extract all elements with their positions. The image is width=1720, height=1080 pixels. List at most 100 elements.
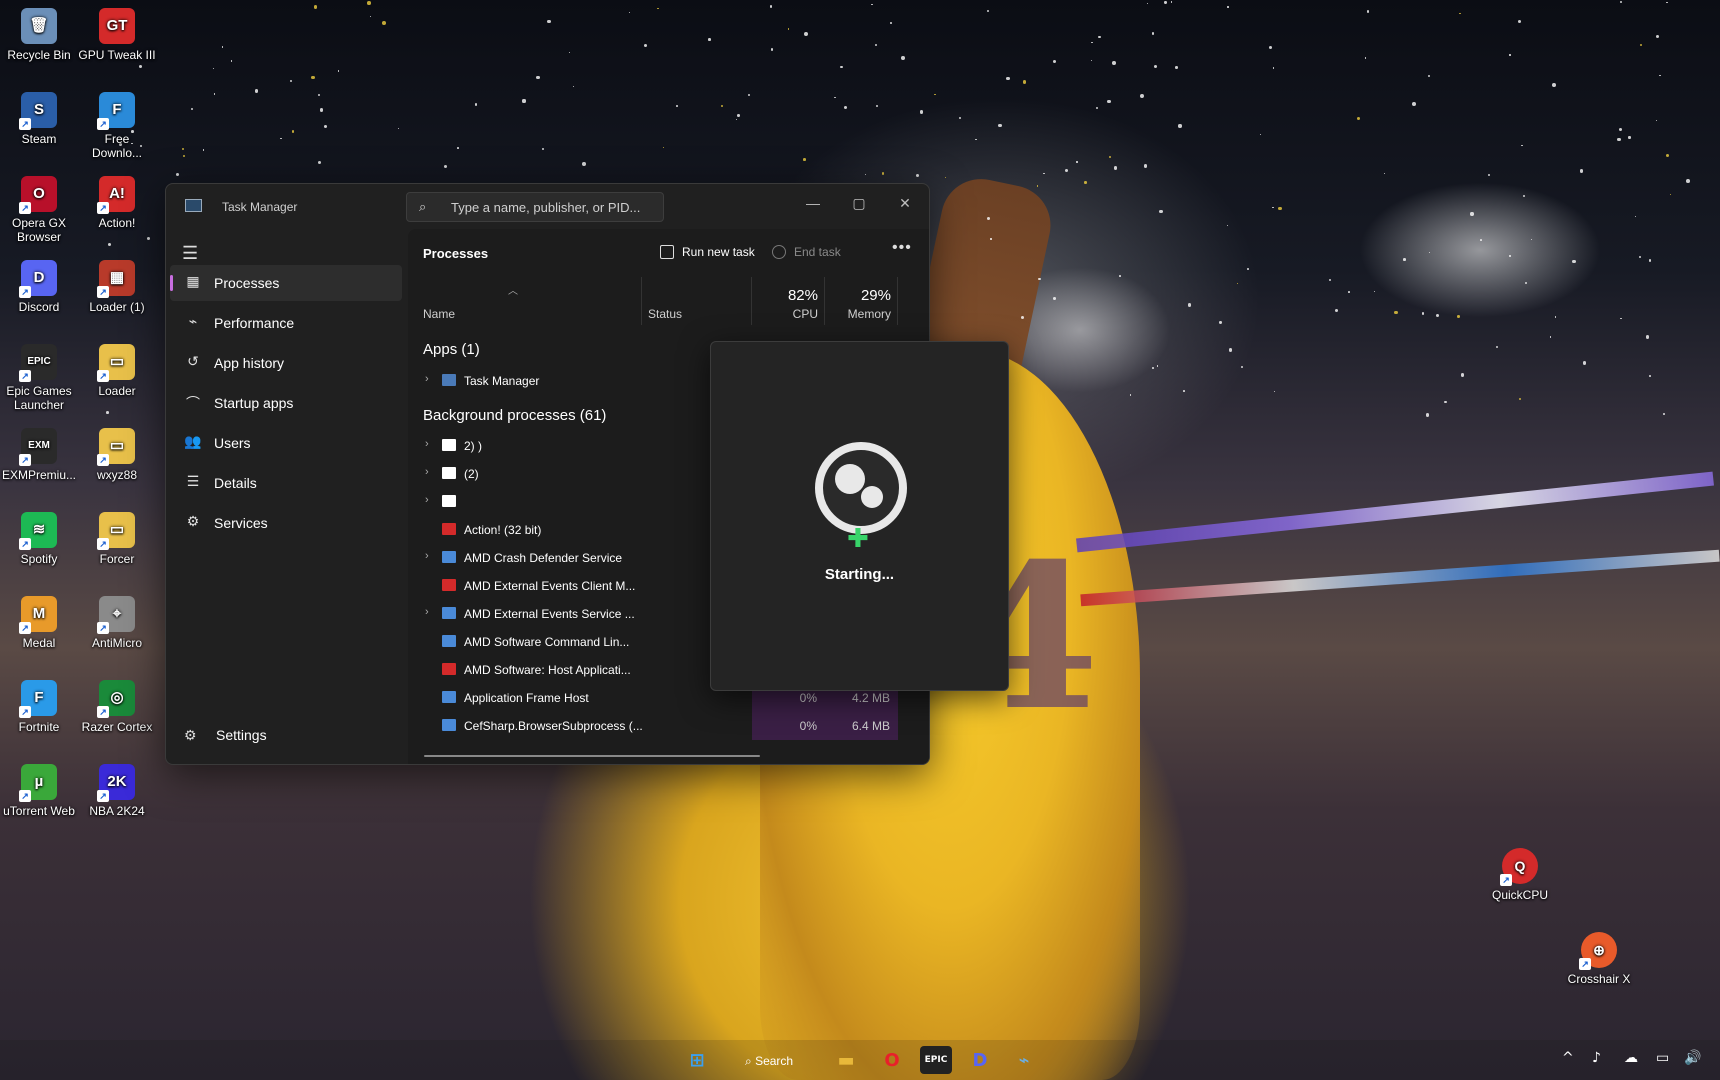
search-input[interactable]: ⌕ Type a name, publisher, or PID...	[406, 192, 664, 222]
process-row[interactable]: AMD Software Command Lin...	[408, 628, 630, 656]
background-section-title: Background processes (61)	[423, 407, 607, 424]
services-icon: ⚙	[186, 513, 200, 529]
expand-chevron-icon[interactable]: ›	[425, 466, 429, 478]
desktop-shortcut[interactable]: 2K ↗ NBA 2K24	[78, 764, 156, 818]
process-row[interactable]: › (2)	[408, 460, 630, 488]
close-button[interactable]: ✕	[885, 188, 925, 218]
confetti-speck	[1686, 179, 1691, 184]
tray-network-icon[interactable]: ▭	[1656, 1050, 1669, 1066]
maximize-button[interactable]: ▢	[839, 188, 879, 218]
expand-chevron-icon[interactable]: ›	[425, 438, 429, 450]
taskbar-search-button[interactable]: ⌕ Search	[735, 1048, 825, 1074]
expand-chevron-icon[interactable]: ›	[425, 373, 429, 385]
confetti-speck	[108, 242, 112, 246]
confetti-speck	[1554, 316, 1557, 318]
desktop-shortcut[interactable]: F ↗ Fortnite	[0, 680, 78, 734]
sidebar-item-startup-apps[interactable]: ⌒ Startup apps	[170, 385, 402, 421]
confetti-speck	[337, 70, 340, 73]
minimize-button[interactable]: —	[793, 188, 833, 218]
shortcut-arrow-icon: ↗	[97, 370, 109, 382]
file-explorer-icon[interactable]: ▬	[830, 1046, 862, 1074]
sidebar-item-users[interactable]: 👥 Users	[170, 425, 402, 461]
confetti-speck	[871, 3, 873, 6]
confetti-speck	[736, 113, 740, 117]
run-new-task-button[interactable]: Run new task	[660, 245, 755, 259]
confetti-speck	[1271, 206, 1274, 209]
end-task-button[interactable]: End task	[772, 245, 841, 259]
tray-volume-icon[interactable]: 🔊	[1684, 1050, 1701, 1066]
confetti-speck	[369, 15, 372, 17]
expand-chevron-icon[interactable]: ›	[425, 550, 429, 562]
desktop-shortcut[interactable]: D ↗ Discord	[0, 260, 78, 314]
desktop-shortcut[interactable]: µ ↗ uTorrent Web	[0, 764, 78, 818]
desktop-shortcut-label: Discord	[18, 300, 60, 314]
expand-chevron-icon[interactable]: ›	[425, 494, 429, 506]
process-row[interactable]: › 2) )	[408, 432, 630, 460]
sidebar-item-details[interactable]: ☰ Details	[170, 465, 402, 501]
desktop-shortcut[interactable]: ▦ ↗ Loader (1)	[78, 260, 156, 314]
nba2k-icon: 2K ↗	[97, 764, 135, 802]
column-header-cpu[interactable]: 82% CPU	[752, 277, 825, 325]
process-row[interactable]: AMD Software: Host Applicati...	[408, 656, 631, 684]
task-manager-taskbar-icon[interactable]: ⌁	[1008, 1046, 1040, 1074]
process-row[interactable]: AMD External Events Client M...	[408, 572, 635, 600]
desktop-shortcut[interactable]: F ↗ Free Downlo...	[78, 92, 156, 160]
confetti-speck	[313, 5, 318, 9]
confetti-speck	[1421, 312, 1425, 315]
column-header-status[interactable]: Status	[642, 277, 752, 325]
confetti-speck	[105, 410, 109, 414]
column-header-memory[interactable]: 29% Memory	[825, 277, 898, 325]
tray-onedrive-icon[interactable]: ☁	[1624, 1050, 1638, 1066]
process-row[interactable]: Application Frame Host	[408, 684, 630, 712]
confetti-speck	[1459, 13, 1461, 15]
sidebar-item-services[interactable]: ⚙ Services	[170, 505, 402, 541]
desktop-shortcut[interactable]: 🗑 Recycle Bin	[0, 8, 78, 62]
desktop-shortcut[interactable]: M ↗ Medal	[0, 596, 78, 650]
opera-gx-taskbar-icon[interactable]: O	[876, 1046, 908, 1074]
desktop-shortcut[interactable]: S ↗ Steam	[0, 92, 78, 146]
epic-games-taskbar-icon[interactable]: EPIC	[920, 1046, 952, 1074]
horizontal-scrollbar[interactable]	[424, 755, 760, 757]
process-row[interactable]: CefSharp.BrowserSubprocess (...	[408, 712, 643, 740]
process-row[interactable]: Action! (32 bit)	[408, 516, 630, 544]
taskbar-search-icon: ⌕	[745, 1054, 756, 1068]
process-icon	[442, 439, 456, 451]
confetti-speck	[1152, 367, 1154, 369]
tray-audio-icon[interactable]: ♪	[1592, 1050, 1601, 1066]
desktop-shortcut[interactable]: ⌖ ↗ AntiMicro	[78, 596, 156, 650]
desktop-shortcut[interactable]: EPIC ↗ Epic Games Launcher	[0, 344, 78, 412]
sidebar-item-performance[interactable]: ⌁ Performance	[170, 305, 402, 341]
process-row[interactable]: › AMD External Events Service ...	[408, 600, 635, 628]
confetti-speck	[747, 93, 750, 96]
process-row[interactable]: › Task Manager	[408, 367, 630, 395]
desktop-shortcut[interactable]: ▭ ↗ Loader	[78, 344, 156, 398]
expand-chevron-icon[interactable]: ›	[425, 606, 429, 618]
desktop-shortcut[interactable]: ≋ ↗ Spotify	[0, 512, 78, 566]
discord-taskbar-icon[interactable]: D	[964, 1046, 996, 1074]
sidebar-item-app-history[interactable]: ↺ App history	[170, 345, 402, 381]
desktop-shortcut[interactable]: EXM ↗ EXMPremiu...	[0, 428, 78, 482]
hamburger-menu-icon[interactable]: ☰	[182, 243, 198, 264]
sidebar-item-settings[interactable]: ⚙ Settings	[184, 727, 267, 744]
more-options-icon[interactable]: •••	[892, 239, 912, 257]
start-icon[interactable]: ⊞	[681, 1046, 713, 1074]
app-logo-icon	[815, 442, 907, 534]
confetti-speck	[1076, 161, 1078, 163]
process-row[interactable]: ›	[408, 488, 630, 516]
desktop-shortcut[interactable]: ◎ ↗ Razer Cortex	[78, 680, 156, 734]
desktop-shortcut[interactable]: O ↗ Opera GX Browser	[0, 176, 78, 244]
desktop-shortcut[interactable]: A! ↗ Action!	[78, 176, 156, 230]
column-header-name[interactable]: ︿ Name	[408, 277, 642, 325]
confetti-speck	[987, 10, 990, 13]
desktop-shortcut[interactable]: ▭ ↗ Forcer	[78, 512, 156, 566]
tray-overflow-icon[interactable]: ^	[1562, 1050, 1574, 1066]
performance-icon: ⌁	[188, 313, 198, 329]
title-bar[interactable]: Task Manager ⌕ Type a name, publisher, o…	[166, 184, 929, 229]
desktop-shortcut[interactable]: ⊕ ↗ Crosshair X	[1560, 932, 1638, 986]
confetti-speck	[1241, 366, 1244, 369]
desktop-shortcut[interactable]: ▭ ↗ wxyz88	[78, 428, 156, 482]
process-row[interactable]: › AMD Crash Defender Service	[408, 544, 630, 572]
desktop-shortcut[interactable]: GT GPU Tweak III	[78, 8, 156, 62]
sidebar-item-processes[interactable]: ▦ Processes	[170, 265, 402, 301]
desktop-shortcut[interactable]: Q ↗ QuickCPU	[1481, 848, 1559, 902]
